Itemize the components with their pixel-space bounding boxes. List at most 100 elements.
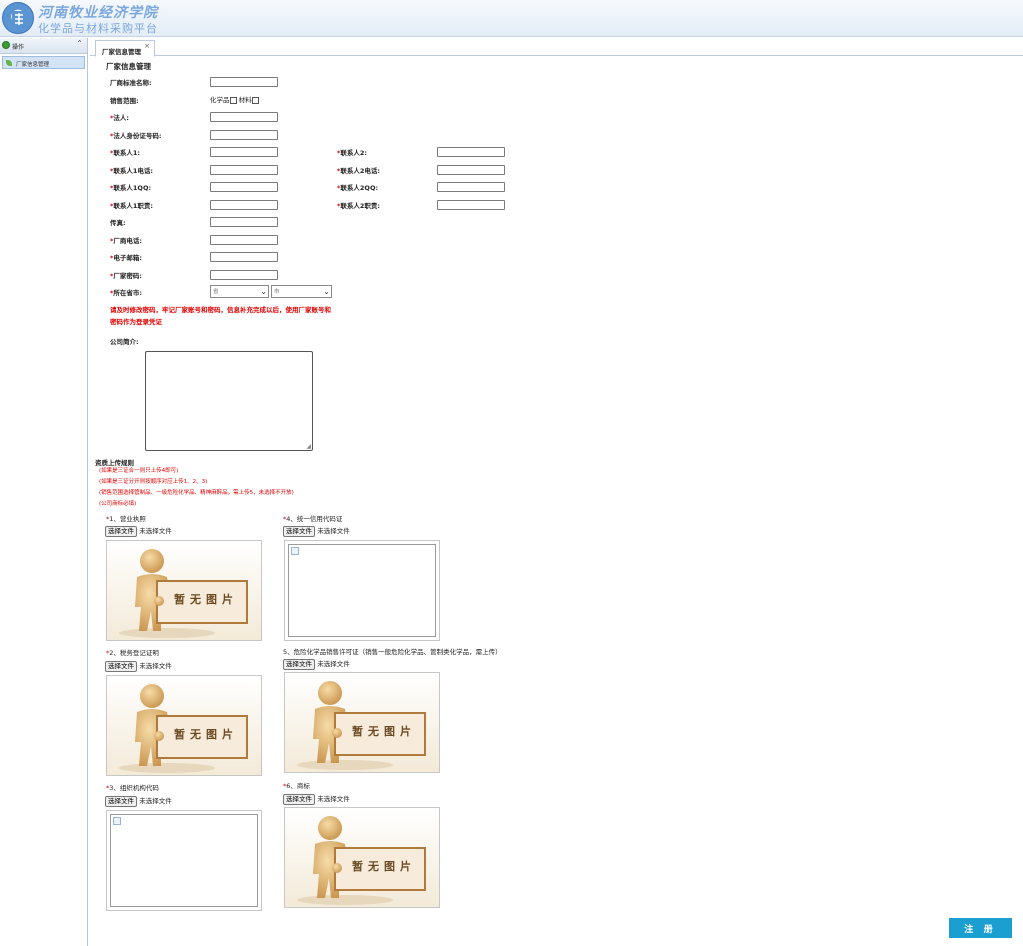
scope-label: 销售范围: bbox=[110, 97, 139, 105]
sidebar-section-label: 操作 bbox=[12, 44, 25, 51]
upload-label-2: *2、税务登记证明 bbox=[106, 649, 159, 657]
school-name: 河南牧业经济学院 bbox=[38, 5, 158, 21]
no-file-text: 未选择文件 bbox=[317, 660, 350, 668]
operation-icon bbox=[2, 41, 10, 49]
file-picker-2: 选择文件 未选择文件 bbox=[105, 660, 172, 672]
chevron-down-icon: ⌄ bbox=[323, 287, 330, 296]
scope-options: 化学品 材料 bbox=[210, 94, 259, 104]
contact2-duty-label: *联系人2职责: bbox=[337, 202, 381, 210]
app-header: 河南牧业经济学院 化学品与材料采购平台 bbox=[0, 0, 1023, 37]
contact2-qq-label: *联系人2QQ: bbox=[337, 184, 379, 192]
contact2-phone-input[interactable] bbox=[437, 165, 505, 175]
email-label: *电子邮箱: bbox=[110, 254, 143, 262]
scope-chemical-checkbox[interactable] bbox=[229, 96, 237, 104]
contact1-input[interactable] bbox=[210, 147, 278, 157]
scope-chemical-label: 化学品 bbox=[210, 96, 230, 104]
upload-rule-3: (销售范围选择管制品、一级危险化学品、精神麻醉品，需上传5，未选择不开放) bbox=[99, 490, 294, 496]
legal-id-label: *法人身份证号码: bbox=[110, 132, 162, 140]
legal-label: *法人: bbox=[110, 114, 130, 122]
contact1-phone-input[interactable] bbox=[210, 165, 278, 175]
file-picker-1: 选择文件 未选择文件 bbox=[105, 525, 172, 537]
province-placeholder: 省 bbox=[213, 289, 219, 295]
page-title: 厂家信息管理 bbox=[106, 62, 151, 71]
contact1-qq-input[interactable] bbox=[210, 182, 278, 192]
sidebar-item-label: 厂家信息管理 bbox=[16, 62, 50, 68]
legal-input[interactable] bbox=[210, 112, 278, 122]
school-logo bbox=[2, 2, 34, 34]
sidebar-item-vendor-info[interactable]: 厂家信息管理 bbox=[2, 56, 85, 69]
broken-image-icon bbox=[291, 547, 299, 555]
upload-rule-1: (如果是三证合一则只上传4即可) bbox=[99, 468, 179, 474]
tab-label: 厂家信息管理 bbox=[102, 48, 141, 56]
upload-rule-2: (如果是三证分开则按顺序对应上传1、2、3) bbox=[99, 479, 208, 485]
contact2-input[interactable] bbox=[437, 147, 505, 157]
image-placeholder-1: 暂无图片 bbox=[106, 540, 262, 641]
contact2-duty-input[interactable] bbox=[437, 200, 505, 210]
image-placeholder-5: 暂无图片 bbox=[284, 672, 440, 773]
file-picker-4: 选择文件 未选择文件 bbox=[283, 525, 350, 537]
city-select[interactable]: 市 ⌄ bbox=[271, 285, 332, 298]
city-label: *所在省市: bbox=[110, 289, 143, 297]
file-picker-6: 选择文件 未选择文件 bbox=[283, 793, 350, 805]
contact2-phone-label: *联系人2电话: bbox=[337, 167, 381, 175]
fax-label: 传真: bbox=[110, 219, 126, 227]
password-warning: 请及时修改密码，牢记厂家账号和密码，信息补充完成以后，使用厂家账号和密码作为登录… bbox=[110, 306, 331, 326]
close-icon[interactable]: × bbox=[144, 42, 150, 50]
leaf-icon bbox=[6, 60, 12, 66]
contact1-label: *联系人1: bbox=[110, 149, 141, 157]
tab-vendor-info[interactable]: 厂家信息管理 × bbox=[95, 40, 155, 57]
vendor-name-label: 厂商标准名称: bbox=[110, 79, 152, 87]
platform-name: 化学品与材料采购平台 bbox=[38, 22, 158, 35]
choose-file-button[interactable]: 选择文件 bbox=[283, 526, 315, 537]
collapse-icon[interactable]: ⌃ bbox=[76, 39, 83, 48]
email-input[interactable] bbox=[210, 252, 278, 262]
resize-handle-icon[interactable]: ◢ bbox=[306, 443, 311, 450]
vendor-phone-label: *厂商电话: bbox=[110, 237, 143, 245]
image-broken-4 bbox=[284, 540, 440, 641]
image-placeholder-2: 暂无图片 bbox=[106, 675, 262, 776]
register-button[interactable]: 注 册 bbox=[949, 918, 1012, 938]
image-broken-3 bbox=[106, 810, 262, 911]
contact1-duty-label: *联系人1职责: bbox=[110, 202, 154, 210]
password-label: *厂家密码: bbox=[110, 272, 143, 280]
upload-rule-4: (公司商标必填) bbox=[99, 501, 137, 507]
chevron-down-icon: ⌄ bbox=[260, 287, 267, 296]
no-image-text: 暂无图片 bbox=[174, 728, 238, 741]
province-select[interactable]: 省 ⌄ bbox=[210, 285, 269, 298]
contact1-phone-label: *联系人1电话: bbox=[110, 167, 154, 175]
upload-label-1: *1、营业执照 bbox=[106, 515, 146, 523]
choose-file-button[interactable]: 选择文件 bbox=[283, 659, 315, 670]
intro-textarea[interactable]: ◢ bbox=[145, 351, 313, 451]
sidebar-section-header[interactable]: 操作 ⌃ bbox=[0, 38, 87, 54]
choose-file-button[interactable]: 选择文件 bbox=[105, 796, 137, 807]
no-file-text: 未选择文件 bbox=[317, 527, 350, 535]
fax-input[interactable] bbox=[210, 217, 278, 227]
contact1-duty-input[interactable] bbox=[210, 200, 278, 210]
legal-id-input[interactable] bbox=[210, 130, 278, 140]
contact2-qq-input[interactable] bbox=[437, 182, 505, 192]
tab-bar: 厂家信息管理 × bbox=[90, 38, 1023, 57]
no-file-text: 未选择文件 bbox=[139, 797, 172, 805]
sidebar: 操作 ⌃ 厂家信息管理 bbox=[0, 38, 88, 946]
no-image-text: 暂无图片 bbox=[352, 725, 416, 738]
choose-file-button[interactable]: 选择文件 bbox=[105, 661, 137, 672]
scope-material-checkbox[interactable] bbox=[251, 96, 259, 104]
image-placeholder-6: 暂无图片 bbox=[284, 807, 440, 908]
city-placeholder: 市 bbox=[274, 289, 280, 295]
no-image-text: 暂无图片 bbox=[352, 860, 416, 873]
choose-file-button[interactable]: 选择文件 bbox=[283, 794, 315, 805]
contact1-qq-label: *联系人1QQ: bbox=[110, 184, 152, 192]
main-content: 厂家信息管理 厂商标准名称: 销售范围: 化学品 材料 *法人: *法人身份证号… bbox=[92, 57, 1023, 946]
scope-material-label: 材料 bbox=[238, 96, 252, 104]
no-file-text: 未选择文件 bbox=[139, 662, 172, 670]
upload-label-4: *4、统一信用代码证 bbox=[283, 515, 343, 523]
contact2-label: *联系人2: bbox=[337, 149, 368, 157]
password-input[interactable] bbox=[210, 270, 278, 280]
no-file-text: 未选择文件 bbox=[317, 795, 350, 803]
upload-label-3: *3、组织机构代码 bbox=[106, 784, 159, 792]
upload-label-5: 5、危险化学品销售许可证（销售一般危险化学品、管制类化学品，需上传） bbox=[283, 648, 502, 656]
vendor-phone-input[interactable] bbox=[210, 235, 278, 245]
choose-file-button[interactable]: 选择文件 bbox=[105, 526, 137, 537]
vendor-name-input[interactable] bbox=[210, 77, 278, 87]
upload-label-6: *6、商标 bbox=[283, 782, 310, 790]
